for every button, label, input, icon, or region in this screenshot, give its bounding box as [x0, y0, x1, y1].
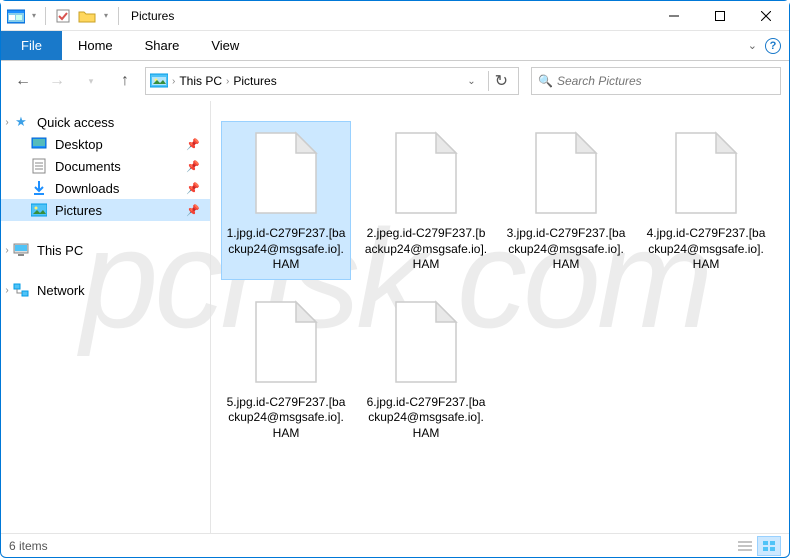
- file-item[interactable]: 1.jpg.id-C279F237.[backup24@msgsafe.io].…: [221, 121, 351, 280]
- large-icons-view-button[interactable]: [757, 536, 781, 556]
- pin-icon: 📌: [186, 138, 200, 151]
- quick-access-toolbar: ▾ ▾: [1, 5, 127, 27]
- chevron-right-icon[interactable]: ›: [226, 76, 229, 87]
- sidebar-label: Desktop: [55, 137, 103, 152]
- ribbon: File Home Share View ⌄ ?: [1, 31, 789, 61]
- sidebar-network[interactable]: › Network: [1, 279, 210, 301]
- title-bar: ▾ ▾ Pictures: [1, 1, 789, 31]
- new-folder-icon[interactable]: [76, 5, 98, 27]
- blank-file-icon: [246, 297, 326, 387]
- breadcrumb-this-pc[interactable]: This PC: [179, 74, 222, 88]
- network-icon: [13, 282, 29, 298]
- this-pc-icon: [13, 242, 29, 258]
- sidebar-this-pc[interactable]: › This PC: [1, 239, 210, 261]
- search-input[interactable]: [557, 74, 774, 88]
- close-button[interactable]: [743, 1, 789, 31]
- sidebar-label: Network: [37, 283, 85, 298]
- tab-home[interactable]: Home: [62, 31, 129, 60]
- status-bar: 6 items: [1, 533, 789, 557]
- item-count: 6 items: [9, 539, 48, 553]
- explorer-icon: [5, 5, 27, 27]
- chevron-right-icon[interactable]: ›: [1, 285, 13, 296]
- file-item[interactable]: 4.jpg.id-C279F237.[backup24@msgsafe.io].…: [641, 121, 771, 280]
- pictures-folder-icon: [150, 72, 168, 90]
- up-button[interactable]: ↑: [111, 67, 139, 95]
- sidebar-item-desktop[interactable]: Desktop 📌: [1, 133, 210, 155]
- breadcrumb-pictures[interactable]: Pictures: [233, 74, 276, 88]
- search-icon: 🔍: [538, 74, 553, 88]
- window-title: Pictures: [127, 9, 174, 23]
- help-icon[interactable]: ?: [765, 38, 781, 54]
- desktop-icon: [31, 136, 47, 152]
- sidebar-label: Quick access: [37, 115, 114, 130]
- window-controls: [651, 1, 789, 31]
- blank-file-icon: [526, 128, 606, 218]
- downloads-icon: [31, 180, 47, 196]
- pin-icon: 📌: [186, 204, 200, 217]
- file-name: 4.jpg.id-C279F237.[backup24@msgsafe.io].…: [644, 226, 768, 273]
- file-tab[interactable]: File: [1, 31, 62, 60]
- back-button[interactable]: ←: [9, 67, 37, 95]
- chevron-right-icon[interactable]: ›: [1, 117, 13, 128]
- qat-dropdown-icon[interactable]: ▾: [29, 5, 39, 27]
- star-icon: ★: [13, 114, 29, 130]
- navigation-bar: ← → ▾ ↑ › This PC › Pictures ⌄ ↻ 🔍: [1, 61, 789, 101]
- address-dropdown-icon[interactable]: ⌄: [459, 76, 483, 87]
- file-item[interactable]: 6.jpg.id-C279F237.[backup24@msgsafe.io].…: [361, 290, 491, 449]
- file-name: 5.jpg.id-C279F237.[backup24@msgsafe.io].…: [224, 395, 348, 442]
- documents-icon: [31, 158, 47, 174]
- sidebar-item-documents[interactable]: Documents 📌: [1, 155, 210, 177]
- file-name: 6.jpg.id-C279F237.[backup24@msgsafe.io].…: [364, 395, 488, 442]
- tab-view[interactable]: View: [195, 31, 255, 60]
- blank-file-icon: [666, 128, 746, 218]
- pin-icon: 📌: [186, 182, 200, 195]
- navigation-pane: › ★ Quick access Desktop 📌 Documents 📌 D…: [1, 101, 211, 533]
- file-name: 3.jpg.id-C279F237.[backup24@msgsafe.io].…: [504, 226, 628, 273]
- properties-icon[interactable]: [52, 5, 74, 27]
- pin-icon: 📌: [186, 160, 200, 173]
- blank-file-icon: [386, 128, 466, 218]
- body: › ★ Quick access Desktop 📌 Documents 📌 D…: [1, 101, 789, 533]
- forward-button: →: [43, 67, 71, 95]
- sidebar-item-downloads[interactable]: Downloads 📌: [1, 177, 210, 199]
- maximize-button[interactable]: [697, 1, 743, 31]
- sidebar-quick-access[interactable]: › ★ Quick access: [1, 111, 210, 133]
- separator: [45, 7, 46, 25]
- sidebar-label: Downloads: [55, 181, 119, 196]
- minimize-button[interactable]: [651, 1, 697, 31]
- sidebar-label: Pictures: [55, 203, 102, 218]
- pictures-icon: [31, 202, 47, 218]
- tab-share[interactable]: Share: [129, 31, 196, 60]
- recent-dropdown[interactable]: ▾: [77, 67, 105, 95]
- chevron-right-icon[interactable]: ›: [1, 245, 13, 256]
- separator: [118, 7, 119, 25]
- details-view-button[interactable]: [733, 536, 757, 556]
- qat-customize-icon[interactable]: ▾: [100, 5, 112, 27]
- file-item[interactable]: 3.jpg.id-C279F237.[backup24@msgsafe.io].…: [501, 121, 631, 280]
- file-item[interactable]: 5.jpg.id-C279F237.[backup24@msgsafe.io].…: [221, 290, 351, 449]
- expand-ribbon-icon[interactable]: ⌄: [748, 39, 757, 52]
- search-box[interactable]: 🔍: [531, 67, 781, 95]
- file-name: 2.jpeg.id-C279F237.[backup24@msgsafe.io]…: [364, 226, 488, 273]
- blank-file-icon: [246, 128, 326, 218]
- file-item[interactable]: 2.jpeg.id-C279F237.[backup24@msgsafe.io]…: [361, 121, 491, 280]
- address-bar[interactable]: › This PC › Pictures ⌄ ↻: [145, 67, 519, 95]
- chevron-right-icon[interactable]: ›: [172, 76, 175, 87]
- refresh-icon[interactable]: ↻: [488, 71, 514, 91]
- file-list[interactable]: 1.jpg.id-C279F237.[backup24@msgsafe.io].…: [211, 101, 789, 533]
- sidebar-label: Documents: [55, 159, 121, 174]
- blank-file-icon: [386, 297, 466, 387]
- sidebar-item-pictures[interactable]: Pictures 📌: [1, 199, 210, 221]
- sidebar-label: This PC: [37, 243, 83, 258]
- file-name: 1.jpg.id-C279F237.[backup24@msgsafe.io].…: [224, 226, 348, 273]
